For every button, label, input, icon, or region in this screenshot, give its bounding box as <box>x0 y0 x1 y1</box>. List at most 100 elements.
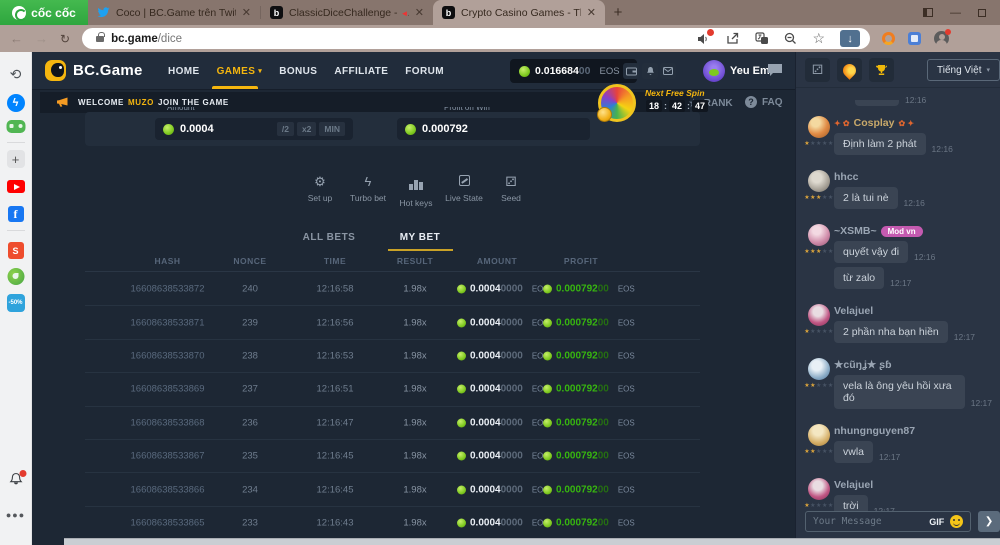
forward-icon[interactable]: → <box>35 31 48 46</box>
coccoc-brand-button[interactable]: cốc cốc <box>0 0 88 25</box>
bet-time: 12:16:56 <box>300 317 370 328</box>
avatar[interactable] <box>808 424 830 446</box>
discount-50-icon[interactable]: -50% <box>7 294 25 312</box>
close-tab-icon[interactable]: ✕ <box>415 6 424 19</box>
table-row[interactable]: 16608638533868 236 12:16:47 1.98x 0.0004… <box>85 407 700 440</box>
shopee-icon[interactable]: S <box>8 242 24 259</box>
double-bet-button[interactable]: x2 <box>297 122 316 136</box>
share-icon[interactable] <box>726 32 740 46</box>
tab-my-bet[interactable]: MY BET <box>385 232 455 243</box>
tab-all-bets[interactable]: ALL BETS <box>294 232 364 243</box>
extension-icon[interactable] <box>908 32 921 45</box>
restore-window-button[interactable] <box>978 9 986 17</box>
megaphone-icon <box>56 97 69 108</box>
avatar[interactable] <box>808 116 830 138</box>
messages-button[interactable] <box>660 63 676 79</box>
close-tab-icon[interactable]: ✕ <box>242 6 251 19</box>
hot-games-button[interactable] <box>837 58 862 82</box>
chat-username[interactable]: ★cũŋʝ★ ʂɓ <box>834 359 992 371</box>
table-row[interactable]: 16608638533872 240 12:16:58 1.98x 0.0004… <box>85 273 700 306</box>
close-tab-icon[interactable]: ✕ <box>587 6 596 19</box>
avatar[interactable] <box>808 358 830 380</box>
bet-time: 12:16:53 <box>300 350 370 361</box>
table-row[interactable]: 16608638533866 234 12:16:45 1.98x 0.0004… <box>85 473 700 506</box>
url-field[interactable]: bc.game/dice ☆ ↓ <box>82 28 870 49</box>
chat-bubble: quyết vậy đi <box>834 241 908 263</box>
chat-toggle-button[interactable] <box>767 63 784 78</box>
messenger-icon[interactable]: ϟ <box>7 94 25 112</box>
tab-crypto-casino-active[interactable]: b Crypto Casino Games - The 8 ✕ <box>433 0 605 25</box>
bcgame-logo[interactable]: BC.Game <box>45 60 143 81</box>
avatar[interactable] <box>808 170 830 192</box>
balance-selector[interactable]: 0.01668400 EOS ▾ <box>510 59 637 83</box>
chat-input-row: Your Message GIF ❯ <box>805 510 1000 533</box>
browser-profile-icon[interactable] <box>934 31 949 46</box>
half-bet-button[interactable]: /2 <box>277 122 294 136</box>
gif-button[interactable]: GIF <box>929 517 944 527</box>
more-icon[interactable]: ●●● <box>6 510 25 520</box>
min-bet-button[interactable]: MIN <box>319 122 345 136</box>
tab-classicdice[interactable]: b ClassicDiceChallenge - ◄An ✕ <box>261 0 433 25</box>
nav-forum[interactable]: FORUM <box>405 66 444 77</box>
mute-tab-icon[interactable] <box>697 32 711 46</box>
chat-message-input[interactable]: Your Message GIF <box>805 511 971 532</box>
bet-nonce: 238 <box>215 350 285 361</box>
table-row[interactable]: 16608638533871 239 12:16:56 1.98x 0.0004… <box>85 306 700 339</box>
download-icon[interactable]: ↓ <box>840 30 860 47</box>
seed-dice-icon: ⚂ <box>479 174 543 190</box>
rail-divider <box>7 230 25 231</box>
nav-affiliate[interactable]: AFFILIATE <box>334 66 388 77</box>
language-selector[interactable]: Tiếng Việt ▾ <box>927 59 1000 81</box>
chat-username[interactable]: nhungnguyen87 <box>834 425 992 437</box>
bet-amount-input[interactable]: 0.0004 /2 x2 MIN <box>155 118 353 140</box>
refresh-icon[interactable]: ↻ <box>60 32 70 46</box>
fireball-icon <box>840 61 858 79</box>
wallet-button[interactable] <box>623 63 639 79</box>
translate-icon[interactable] <box>755 32 769 46</box>
horizontal-scrollbar[interactable] <box>64 538 1000 545</box>
bell-icon[interactable] <box>9 472 22 486</box>
nav-games[interactable]: GAMES▾ <box>217 66 263 77</box>
zoom-out-icon[interactable] <box>784 32 798 46</box>
emoji-button[interactable] <box>950 515 963 528</box>
table-row[interactable]: 16608638533865 233 12:16:43 1.98x 0.0004… <box>85 507 700 540</box>
avatar[interactable] <box>808 304 830 326</box>
sidebar-toggle-icon[interactable] <box>923 8 933 17</box>
back-icon[interactable]: ← <box>10 31 23 46</box>
chat-username[interactable]: ~XSMB~ Mod vn <box>834 225 992 237</box>
faq-link[interactable]: ? FAQ <box>745 96 783 108</box>
dice-games-button[interactable]: ⚂ <box>805 58 830 82</box>
chat-username[interactable]: Velajuel <box>834 305 992 317</box>
avatar[interactable] <box>808 224 830 246</box>
avatar[interactable] <box>808 478 830 500</box>
minimize-button[interactable]: — <box>950 7 961 19</box>
chat-username[interactable]: Velajuel <box>834 479 992 491</box>
bookmark-star-icon[interactable]: ☆ <box>813 30 826 47</box>
games-icon[interactable] <box>6 120 25 133</box>
youtube-icon[interactable] <box>7 180 25 193</box>
nav-home[interactable]: HOME <box>168 66 200 77</box>
notifications-button[interactable] <box>642 63 658 79</box>
tab-twitter[interactable]: Coco | BC.Game trên Twitter: ✕ <box>88 0 260 25</box>
table-row[interactable]: 16608638533869 237 12:16:51 1.98x 0.0004… <box>85 373 700 406</box>
chat-username[interactable]: ✦ ✿ Cosplay ✿ ✦ <box>834 117 992 129</box>
table-row[interactable]: 16608638533870 238 12:16:53 1.98x 0.0004… <box>85 340 700 373</box>
seed-button[interactable]: ⚂ Seed <box>479 174 543 203</box>
free-spin-wheel[interactable] <box>598 84 636 122</box>
nav-bonus[interactable]: BONUS <box>279 66 317 77</box>
history-icon[interactable]: ⟲ <box>10 66 22 83</box>
bet-amount: 0.00040000 EOS <box>457 384 549 395</box>
chat-username[interactable]: hhcc <box>834 171 992 183</box>
bet-time: 12:16:51 <box>300 384 370 395</box>
profit-on-win-field[interactable]: 0.000792 <box>397 118 590 140</box>
bet-profit: 0.00079200 EOS <box>543 384 635 395</box>
table-row[interactable]: 16608638533867 235 12:16:45 1.98x 0.0004… <box>85 440 700 473</box>
trophy-button[interactable] <box>869 58 894 82</box>
new-tab-button[interactable]: + <box>605 0 631 25</box>
facebook-icon[interactable]: f <box>8 206 24 222</box>
coccoc-update-icon[interactable] <box>882 32 895 45</box>
chat-bubble: trời <box>834 495 868 511</box>
send-message-button[interactable]: ❯ <box>978 511 1000 532</box>
add-shortcut-button[interactable]: + <box>7 150 25 168</box>
deal-leaf-icon[interactable] <box>7 268 24 285</box>
